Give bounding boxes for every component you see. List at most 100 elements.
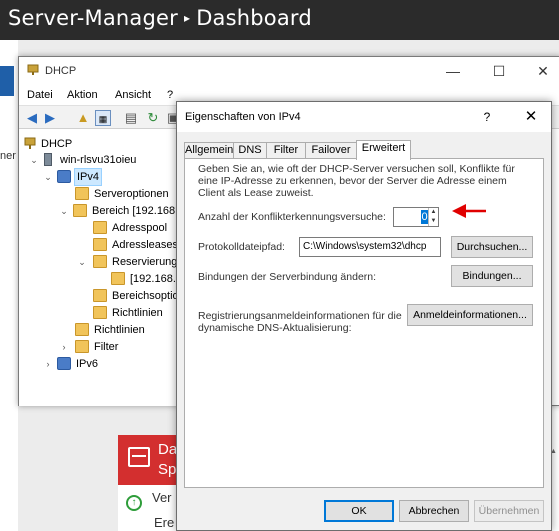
minimize-button[interactable]: — [439,61,467,81]
spinner-arrows[interactable]: ▲ ▼ [428,208,438,226]
tree-item-scope-options[interactable]: Bereichsoptio [93,288,179,304]
folder-icon [93,238,107,251]
breadcrumb-separator-icon: ▸ [183,11,191,25]
dhcp-root-icon [24,137,36,149]
cancel-button[interactable]: Abbrechen [399,500,469,522]
role-tile-row-events[interactable]: Ere [154,515,174,530]
annotation-arrow-icon [452,204,486,218]
tab-advanced[interactable]: Erweitert [356,140,411,160]
tree-item-reservation-entry[interactable]: [192.168.2 [111,271,179,287]
ipv4-icon [57,170,71,183]
properties-icon[interactable]: ▤ [123,110,139,126]
dialog-close-button[interactable]: ✕ [519,107,543,127]
log-path-label: Protokolldateipfad: [198,241,285,253]
tree-item-address-leases[interactable]: Adressleases [93,237,179,253]
dialog-title: Eigenschaften von IPv4 [185,111,301,123]
tree-item-label: IPv4 [74,168,103,186]
apply-button[interactable]: Übernehmen [474,500,544,522]
bindings-label: Bindungen der Serverbindung ändern: [198,271,377,283]
tree-item-label: win-rlsvu31oieu [60,154,137,166]
expand-icon[interactable]: › [43,356,53,372]
tree-item-label: Adresspool [112,222,168,234]
dhcp-titlebar[interactable]: DHCP — ☐ ✕ [19,57,559,85]
credentials-button[interactable]: Anmeldeinformationen... [407,304,533,326]
menu-file[interactable]: Datei [27,89,53,101]
tree-item-label: Bereich [192.168. [92,205,179,217]
tree-item-filter[interactable]: › Filter [59,339,179,355]
dhcp-tree: DHCP ⌄ win-rlsvu31oieu ⌄ IPv4 Serveropti… [19,130,179,406]
tree-item-label: DHCP [41,138,73,150]
folder-icon [75,340,89,353]
forward-icon[interactable]: ▶ [42,110,58,126]
dhcp-close-button[interactable]: ✕ [529,61,557,81]
refresh-icon[interactable]: ↻ [145,110,161,126]
tree-item-label: IPv6 [76,358,99,370]
nav-fragment-text: ner [0,150,16,162]
tree-item-dhcp[interactable]: DHCP [23,136,173,152]
browse-button[interactable]: Durchsuchen... [451,236,533,258]
ok-button[interactable]: OK [324,500,394,522]
server-manager-titlebar: Server-Manager ▸ Dashboard [0,0,559,40]
log-path-field[interactable]: C:\Windows\system32\dhcp [299,237,441,257]
expand-icon[interactable]: › [59,339,69,355]
back-icon[interactable]: ◀ [24,110,40,126]
collapse-icon[interactable]: ⌄ [77,254,87,270]
tree-item-label: [192.168.2 [130,273,179,285]
tree-item-label: Filter [94,341,119,353]
conflict-attempts-value[interactable]: 0 [421,210,428,224]
dhcp-app-icon [27,64,39,75]
spin-down-icon[interactable]: ▼ [429,217,438,226]
app-name: Server-Manager [8,6,178,30]
collapse-icon[interactable]: ⌄ [43,169,53,185]
dns-credentials-label-line2: dynamische DNS-Aktualisierung: [198,322,352,334]
tree-item-scope-policies[interactable]: Richtlinien [93,305,179,321]
tab-general[interactable]: Allgemein [184,142,234,159]
folder-icon [93,289,107,302]
ipv6-icon [57,357,71,370]
dialog-titlebar[interactable]: Eigenschaften von IPv4 ? ✕ [177,102,551,132]
tree-item-label: Bereichsoptio [112,290,179,302]
tree-item-label: Richtlinien [112,307,163,319]
help-button[interactable]: ? [477,107,497,127]
menu-action[interactable]: Aktion [67,89,98,101]
scope-folder-icon [73,204,87,217]
show-hide-tree-icon[interactable]: ▦ [95,110,111,126]
tab-failover[interactable]: Failover [305,142,357,159]
tab-filter[interactable]: Filter [266,142,306,159]
tree-item-scope[interactable]: ⌄ Bereich [192.168. [59,203,179,219]
menu-view[interactable]: Ansicht [115,89,151,101]
folder-icon [93,221,107,234]
dns-credentials-label-line1: Registrierungsanmeldeinformationen für d… [198,310,402,322]
tree-item-server-options[interactable]: Serveroptionen [75,186,179,202]
tree-item-reservations[interactable]: ⌄ Reservierung [77,254,179,270]
tree-item-label: Reservierung [112,256,178,268]
folder-icon [75,323,89,336]
conflict-attempts-spinner[interactable]: 0 ▲ ▼ [393,207,439,227]
folder-icon [93,306,107,319]
tree-item-address-pool[interactable]: Adresspool [93,220,179,236]
tree-item-ipv6[interactable]: › IPv6 [43,356,179,372]
bindings-button[interactable]: Bindungen... [451,265,533,287]
tree-item-ipv4[interactable]: ⌄ IPv4 [43,168,179,186]
role-tile-row-manageability[interactable]: ↑ Ver [126,490,172,511]
server-manager-title: Server-Manager ▸ Dashboard [8,6,312,30]
status-ok-icon: ↑ [126,495,142,511]
menu-help[interactable]: ? [167,89,173,101]
role-tile-title-line2: Sp [158,461,177,478]
up-folder-icon[interactable]: ▲ [75,110,91,126]
dhcp-window-title: DHCP [45,65,77,77]
role-tile-title-line1: Da [158,441,178,458]
server-manager-left-nav: ner [0,40,18,531]
role-icon [128,447,150,467]
tab-dns[interactable]: DNS [233,142,267,159]
nav-selected-indicator[interactable] [0,66,14,96]
maximize-button[interactable]: ☐ [485,61,513,81]
reservation-icon [111,272,125,285]
spin-up-icon[interactable]: ▲ [429,208,438,217]
tree-item-policies[interactable]: Richtlinien [75,322,179,338]
options-icon [75,187,89,200]
collapse-icon[interactable]: ⌄ [59,203,69,219]
tree-item-server[interactable]: ⌄ win-rlsvu31oieu [29,152,179,168]
advanced-tab-panel: Geben Sie an, wie oft der DHCP-Server ve… [184,158,544,488]
collapse-icon[interactable]: ⌄ [29,152,39,168]
